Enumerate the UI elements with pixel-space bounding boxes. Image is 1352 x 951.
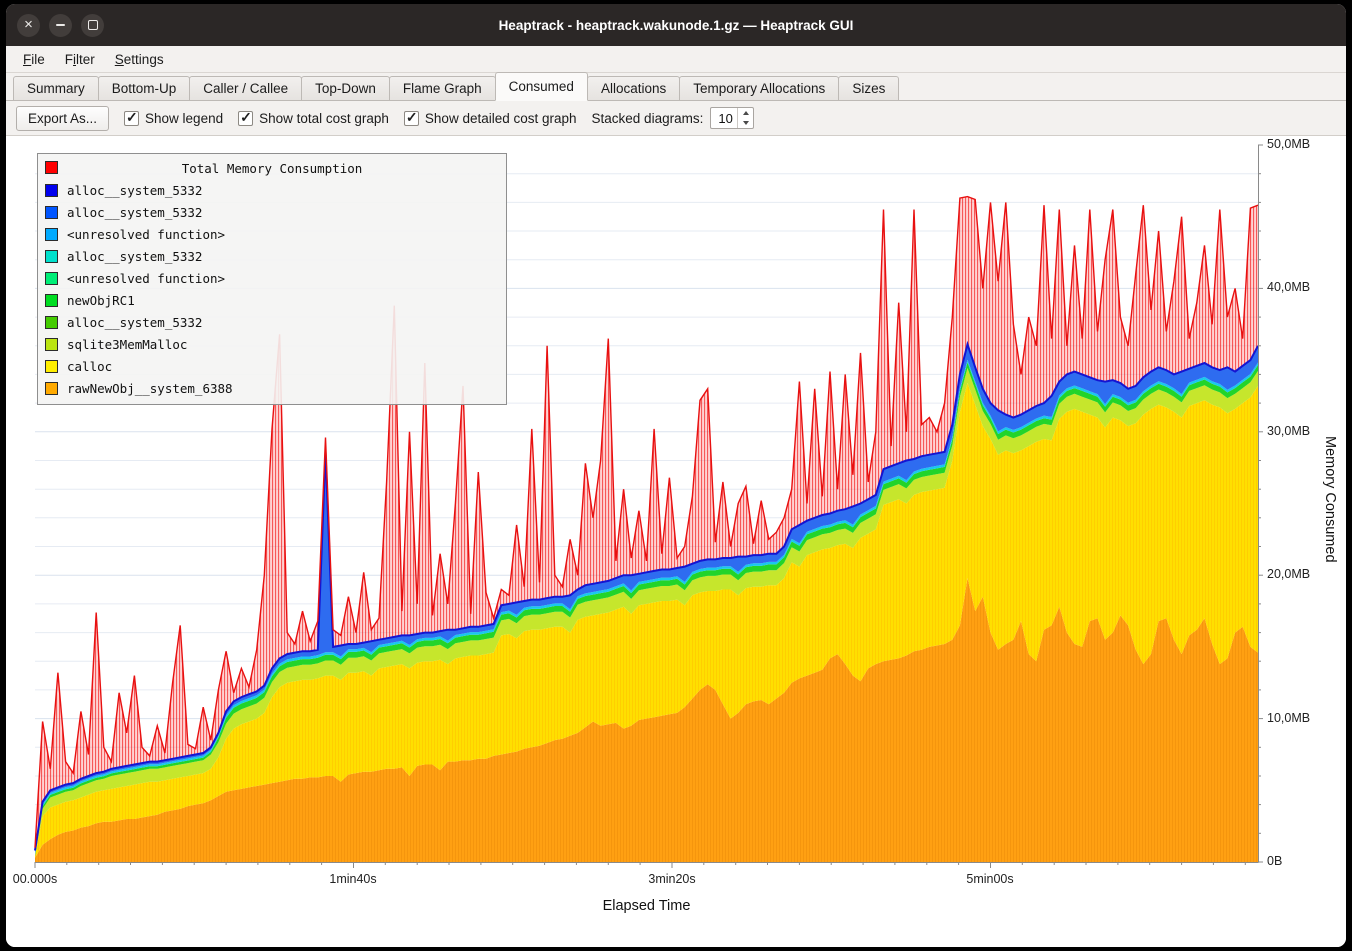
tab-summary[interactable]: Summary [13,76,99,100]
x-tick-label: 5min00s [966,872,1013,886]
legend-swatch [45,250,58,263]
minimize-icon [56,24,65,26]
close-button[interactable]: × [17,14,40,37]
legend-swatch [45,294,58,307]
y-tick-label: 30,0MB [1267,424,1310,438]
close-icon: × [24,17,33,32]
legend-item: alloc__system_5332 [38,245,506,267]
legend-title: Total Memory Consumption [38,161,506,176]
tab-sizes[interactable]: Sizes [838,76,899,100]
show-detailed-cost-graph-checkbox[interactable]: Show detailed cost graph [404,111,577,126]
legend-swatch [45,360,58,373]
legend-item-label: rawNewObj__system_6388 [67,381,233,396]
x-tick-label: 1min40s [329,872,376,886]
legend-item-label: <unresolved function> [67,271,225,286]
legend-swatch [45,184,58,197]
chart-area: Total Memory Consumption alloc__system_53… [6,136,1346,947]
spin-value: 10 [711,108,737,128]
x-tick-label: 00.000s [13,872,57,886]
chevron-down-icon [743,121,749,125]
legend-item: alloc__system_5332 [38,201,506,223]
legend-item-label: alloc__system_5332 [67,249,202,264]
y-tick-label: 50,0MB [1267,137,1310,151]
tab-temporary-allocations[interactable]: Temporary Allocations [679,76,839,100]
legend-swatch [45,161,58,174]
checkbox-label: Show detailed cost graph [425,111,577,126]
spin-up-button[interactable] [738,108,753,118]
x-tick-label: 3min20s [648,872,695,886]
minimize-button[interactable] [49,14,72,37]
titlebar: × Heaptrack - heaptrack.wakunode.1.gz — … [6,4,1346,46]
tab-caller-callee[interactable]: Caller / Callee [189,76,302,100]
spin-arrows [737,108,753,128]
y-axis-label: Memory Consumed [1322,436,1338,563]
legend-item-label: <unresolved function> [67,227,225,242]
y-tick-label: 20,0MB [1267,567,1310,581]
window-title: Heaptrack - heaptrack.wakunode.1.gz — He… [6,18,1346,33]
legend-item: calloc [38,355,506,377]
tab-top-down[interactable]: Top-Down [301,76,390,100]
legend-item-label: sqlite3MemMalloc [67,337,187,352]
tab-bottom-up[interactable]: Bottom-Up [98,76,191,100]
tab-allocations[interactable]: Allocations [587,76,680,100]
y-tick-label: 10,0MB [1267,711,1310,725]
legend-item: <unresolved function> [38,223,506,245]
legend-item: sqlite3MemMalloc [38,333,506,355]
legend-swatch [45,382,58,395]
legend-item-label: newObjRC1 [67,293,135,308]
legend-title-row: Total Memory Consumption [38,157,506,179]
chevron-up-icon [743,111,749,115]
legend-swatch [45,206,58,219]
stacked-diagrams-spinner[interactable]: 10 [710,107,754,129]
legend-item-label: alloc__system_5332 [67,315,202,330]
window-controls: × [17,4,104,46]
menu-filter[interactable]: Filter [56,49,104,70]
legend-swatch [45,338,58,351]
maximize-icon [88,20,98,30]
menu-settings[interactable]: Settings [106,49,173,70]
legend-swatch [45,228,58,241]
show-legend-checkbox[interactable]: Show legend [124,111,223,126]
tab-consumed[interactable]: Consumed [495,72,588,101]
legend-item-label: alloc__system_5332 [67,205,202,220]
menubar: File Filter Settings [6,46,1346,73]
y-tick-label: 0B [1267,854,1282,868]
menu-file[interactable]: File [14,49,54,70]
y-tick-label: 40,0MB [1267,280,1310,294]
checkbox-check-icon [238,111,253,126]
toolbar: Export As... Show legend Show total cost… [6,101,1346,136]
spin-down-button[interactable] [738,118,753,128]
maximize-button[interactable] [81,14,104,37]
legend-item: alloc__system_5332 [38,179,506,201]
checkbox-label: Show total cost graph [259,111,389,126]
show-total-cost-graph-checkbox[interactable]: Show total cost graph [238,111,389,126]
checkbox-label: Show legend [145,111,223,126]
legend-swatch [45,316,58,329]
legend-item-label: alloc__system_5332 [67,183,202,198]
x-axis-label: Elapsed Time [35,898,1258,914]
tab-flame-graph[interactable]: Flame Graph [389,76,496,100]
legend-item: alloc__system_5332 [38,311,506,333]
legend-item: <unresolved function> [38,267,506,289]
app-window: × Heaptrack - heaptrack.wakunode.1.gz — … [6,4,1346,947]
checkbox-check-icon [124,111,139,126]
stacked-diagrams-label: Stacked diagrams: [592,111,704,126]
tab-bar: Summary Bottom-Up Caller / Callee Top-Do… [6,73,1346,101]
chart-legend: Total Memory Consumption alloc__system_53… [37,153,507,405]
legend-item: newObjRC1 [38,289,506,311]
legend-item-label: calloc [67,359,112,374]
checkbox-check-icon [404,111,419,126]
export-as-button[interactable]: Export As... [16,106,109,131]
legend-swatch [45,272,58,285]
legend-item: rawNewObj__system_6388 [38,377,506,399]
